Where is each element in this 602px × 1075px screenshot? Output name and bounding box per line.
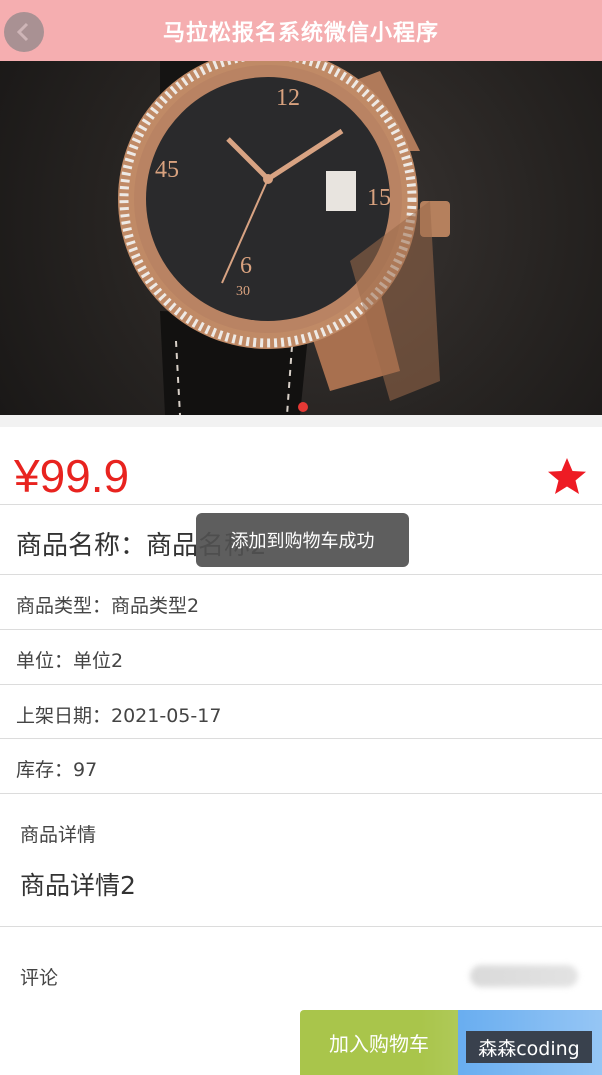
- price-section: ¥99.9: [0, 415, 602, 505]
- carousel-indicator: [298, 402, 308, 412]
- product-date-row: 上架日期：2021-05-17: [0, 685, 602, 739]
- product-type: 商品类型：商品类型2: [16, 595, 200, 617]
- svg-text:45: 45: [155, 157, 179, 183]
- product-unit-row: 单位：单位2: [0, 630, 602, 685]
- comment-label: 评论: [20, 967, 59, 989]
- toast-text: 添加到购物车成功: [230, 531, 375, 552]
- svg-text:6: 6: [240, 253, 252, 279]
- add-to-cart-button[interactable]: 加入购物车: [300, 1010, 458, 1075]
- toast-message: 添加到购物车成功: [196, 513, 409, 567]
- product-unit: 单位：单位2: [16, 650, 124, 672]
- add-to-cart-label: 加入购物车: [329, 1032, 429, 1056]
- detail-label: 商品详情: [20, 824, 97, 846]
- page-title: 马拉松报名系统微信小程序: [162, 20, 439, 46]
- svg-text:15: 15: [367, 185, 391, 211]
- product-stock: 库存：97: [16, 759, 98, 781]
- product-image-carousel[interactable]: 12 6 45 15 30: [0, 61, 602, 415]
- nav-header: 马拉松报名系统微信小程序: [0, 0, 602, 61]
- back-button[interactable]: [4, 12, 44, 52]
- detail-content: 商品详情2: [20, 871, 136, 900]
- watermark: 森森coding: [466, 1031, 592, 1063]
- product-stock-row: 库存：97: [0, 739, 602, 794]
- product-date: 上架日期：2021-05-17: [16, 705, 222, 727]
- svg-text:30: 30: [236, 284, 250, 299]
- comment-link-blurred[interactable]: [470, 965, 578, 987]
- star-icon[interactable]: [546, 457, 588, 497]
- svg-text:12: 12: [276, 85, 300, 111]
- watermark-text: 森森coding: [478, 1037, 580, 1060]
- chevron-left-icon: [16, 22, 29, 42]
- product-type-row: 商品类型：商品类型2: [0, 575, 602, 630]
- watch-image: 12 6 45 15 30: [118, 61, 450, 415]
- product-detail-section: 商品详情 商品详情2: [0, 794, 602, 927]
- product-price: ¥99.9: [14, 450, 130, 502]
